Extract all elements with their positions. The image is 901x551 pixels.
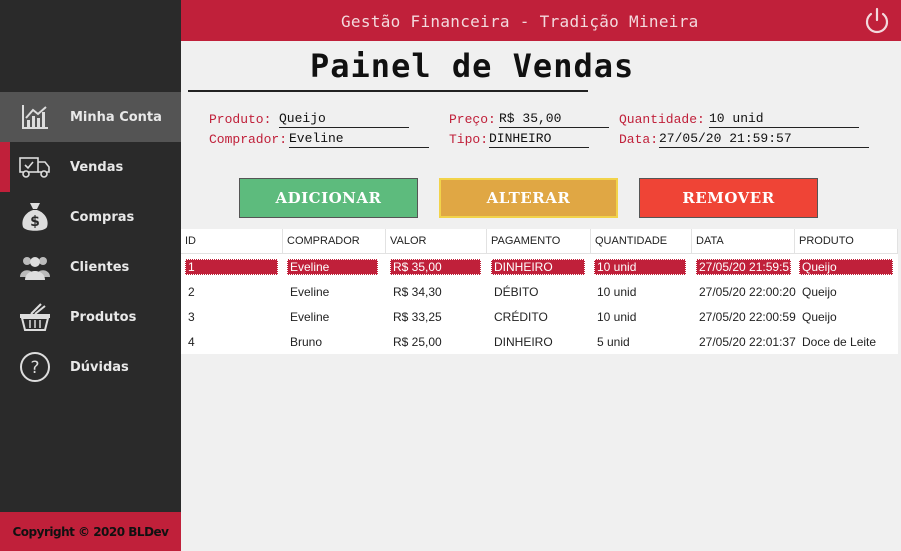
quantidade-label: Quantidade: (619, 112, 705, 127)
sidebar-item-duvidas[interactable]: ? Dúvidas (0, 342, 181, 392)
table-cell: 3 (188, 310, 195, 324)
comprador-label: Comprador: (209, 132, 288, 147)
active-marker (0, 142, 10, 192)
sidebar-item-compras[interactable]: $ Compras (0, 192, 181, 242)
divider (188, 90, 588, 92)
sidebar-item-minha-conta[interactable]: Minha Conta (0, 92, 181, 142)
table-cell: Queijo (802, 310, 837, 324)
table-row[interactable]: 4 Bruno R$ 25,00 DINHEIRO 5 unid 27/05/2… (181, 329, 898, 354)
column-header[interactable]: PRODUTO (795, 229, 898, 254)
sidebar-item-produtos[interactable]: Produtos (0, 292, 181, 342)
table-cell: R$ 25,00 (393, 335, 442, 349)
table-cell: Queijo (802, 285, 837, 299)
sidebar-item-label: Minha Conta (70, 109, 162, 125)
users-icon (0, 253, 70, 281)
column-header[interactable]: QUANTIDADE (591, 229, 692, 254)
produto-label: Produto: (209, 112, 272, 127)
title-bar: Gestão Financeira - Tradição Mineira (181, 0, 901, 41)
table-cell: 1 (185, 259, 278, 275)
table-row[interactable]: 1 Eveline R$ 35,00 DINHEIRO 10 unid 27/0… (181, 254, 898, 279)
delivery-truck-icon (0, 155, 70, 179)
data-field[interactable]: 27/05/20 21:59:57 (659, 132, 869, 148)
svg-text:?: ? (30, 358, 39, 378)
column-header[interactable]: ID (181, 229, 283, 254)
table-cell: Queijo (799, 259, 893, 275)
sidebar-item-label: Compras (70, 209, 135, 225)
column-header[interactable]: DATA (692, 229, 795, 254)
table-cell: CRÉDITO (494, 310, 548, 324)
sidebar-item-clientes[interactable]: Clientes (0, 242, 181, 292)
table-cell: 27/05/20 22:00:59 (699, 310, 796, 324)
table-cell: 27/05/20 21:59:57 (696, 259, 796, 275)
table-cell: DINHEIRO (494, 335, 553, 349)
table-cell: Eveline (290, 285, 330, 299)
table-cell: 4 (188, 335, 195, 349)
column-header[interactable]: VALOR (386, 229, 487, 254)
sidebar: Minha Conta Vendas $ Compras Clientes Pr… (0, 0, 181, 551)
sidebar-item-label: Clientes (70, 259, 130, 275)
basket-icon (0, 302, 70, 332)
table-cell: Eveline (287, 259, 378, 275)
chart-icon (0, 104, 70, 130)
table-header: ID COMPRADOR VALOR PAGAMENTO QUANTIDADE … (181, 229, 898, 254)
table-cell: Doce de Leite (802, 335, 877, 349)
tipo-field[interactable]: DINHEIRO (489, 132, 589, 148)
comprador-field[interactable]: Eveline (289, 132, 429, 148)
sidebar-item-label: Dúvidas (70, 359, 129, 375)
sales-table[interactable]: ID COMPRADOR VALOR PAGAMENTO QUANTIDADE … (181, 229, 898, 354)
sidebar-item-vendas[interactable]: Vendas (0, 142, 181, 192)
data-label: Data: (619, 132, 659, 147)
produto-field[interactable]: Queijo (279, 112, 409, 128)
table-cell: DINHEIRO (491, 259, 585, 275)
table-cell: 27/05/20 22:01:37 (699, 335, 796, 349)
add-button[interactable]: ADICIONAR (239, 178, 418, 218)
table-cell: 10 unid (597, 285, 637, 299)
table-row[interactable]: 2 Eveline R$ 34,30 DÉBITO 10 unid 27/05/… (181, 279, 898, 304)
copyright: Copyright © 2020 BLDev (0, 512, 181, 551)
remove-button[interactable]: REMOVER (639, 178, 818, 218)
table-cell: 2 (188, 285, 195, 299)
table-cell: R$ 35,00 (390, 259, 481, 275)
preco-field[interactable]: R$ 35,00 (499, 112, 609, 128)
table-cell: R$ 34,30 (393, 285, 442, 299)
power-icon[interactable] (863, 7, 891, 35)
help-icon: ? (0, 351, 70, 383)
table-cell: Eveline (290, 310, 330, 324)
table-row[interactable]: 3 Eveline R$ 33,25 CRÉDITO 10 unid 27/05… (181, 304, 898, 329)
table-cell: DÉBITO (494, 285, 539, 299)
table-cell: 27/05/20 22:00:20 (699, 285, 796, 299)
sidebar-item-label: Produtos (70, 309, 137, 325)
edit-button[interactable]: ALTERAR (439, 178, 618, 218)
tipo-label: Tipo: (449, 132, 489, 147)
table-cell: Bruno (290, 335, 323, 349)
table-cell: R$ 33,25 (393, 310, 442, 324)
column-header[interactable]: PAGAMENTO (487, 229, 591, 254)
column-header[interactable]: COMPRADOR (283, 229, 386, 254)
table-cell: 5 unid (597, 335, 630, 349)
preco-label: Preço: (449, 112, 496, 127)
table-cell: 10 unid (594, 259, 686, 275)
svg-text:$: $ (30, 214, 40, 230)
table-cell: 10 unid (597, 310, 637, 324)
money-bag-icon: $ (0, 201, 70, 233)
sidebar-item-label: Vendas (70, 159, 124, 175)
app-title: Gestão Financeira - Tradição Mineira (341, 12, 699, 31)
page-title: Painel de Vendas (310, 47, 635, 85)
quantidade-field[interactable]: 10 unid (709, 112, 859, 128)
